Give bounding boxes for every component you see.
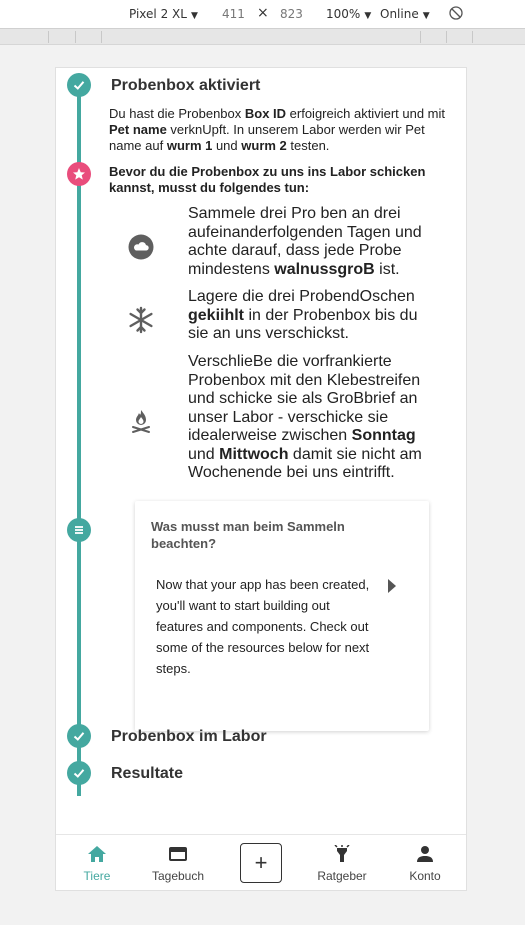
list-circle-icon: [67, 518, 91, 542]
credit-card-icon: [169, 847, 187, 861]
dimension-separator: ×: [257, 5, 269, 21]
chevron-right-icon[interactable]: [388, 579, 396, 593]
instruction-collect: Sammele drei Pro ben an drei aufeinander…: [188, 205, 422, 278]
devtools-toolbar: Pixel 2 XL ▼ 411 × 823 100% ▼ Online ▼: [0, 0, 525, 29]
add-button[interactable]: +: [240, 843, 282, 883]
card-body: Now that your app has been created, you'…: [156, 577, 370, 676]
rotate-icon[interactable]: [449, 6, 463, 23]
cloud-icon: [126, 232, 156, 262]
instructions-heading: Bevor du die Probenbox zu uns ins Labor …: [109, 164, 426, 195]
media-query-ruler: [0, 29, 525, 45]
width-field[interactable]: 411: [222, 7, 245, 21]
nav-item-tagebuch[interactable]: Tagebuch: [142, 845, 214, 883]
device-viewport: Probenbox aktiviert Du hast die Probenbo…: [55, 67, 467, 891]
step-title-results: Resultate: [111, 765, 184, 782]
sampling-tip-card[interactable]: Was musst man beim Sammeln beachten? Now…: [135, 501, 429, 731]
step-title-activated: Probenbox aktiviert: [111, 77, 261, 94]
campfire-icon: [126, 406, 156, 436]
check-circle-icon: [67, 724, 91, 748]
bottom-navigation: Tiere Tagebuch + Ratgeber Konto: [56, 834, 466, 890]
step-title-lab: Probenbox im Labor: [111, 728, 267, 745]
card-title: Was musst man beim Sammeln beachten?: [151, 519, 345, 551]
zoom-select[interactable]: 100% ▼: [326, 7, 371, 21]
instruction-store: Lagere die drei ProbendOschen gekiihlt i…: [188, 288, 418, 342]
height-field[interactable]: 823: [280, 7, 303, 21]
device-select[interactable]: Pixel 2 XL ▼: [129, 7, 198, 21]
activation-message: Du hast die Probenbox Box ID erfoigreich…: [109, 106, 445, 153]
instruction-ship: VerschlieBe die vorfrankierte Probenbox …: [188, 353, 422, 481]
flashlight-icon: [334, 844, 350, 862]
snowflake-icon: [126, 305, 156, 335]
home-icon: [88, 846, 106, 862]
nav-item-tiere[interactable]: Tiere: [61, 845, 133, 883]
timeline-rail: [77, 84, 81, 796]
check-circle-icon: [67, 761, 91, 785]
network-select[interactable]: Online ▼: [380, 7, 430, 21]
star-circle-icon: [67, 162, 91, 186]
check-circle-icon: [67, 73, 91, 97]
nav-item-konto[interactable]: Konto: [389, 845, 461, 883]
person-icon: [417, 846, 433, 862]
nav-item-ratgeber[interactable]: Ratgeber: [306, 844, 378, 883]
